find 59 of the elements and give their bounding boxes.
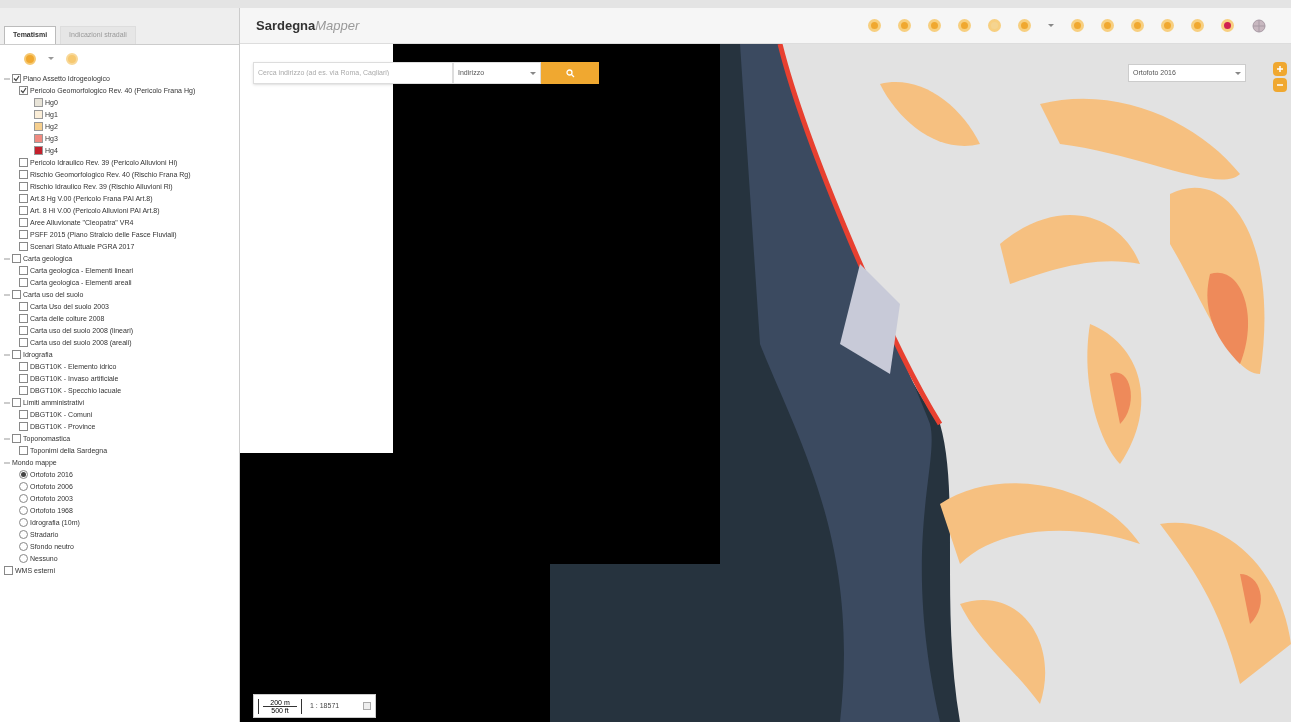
plus-icon bbox=[1276, 65, 1284, 73]
checkbox[interactable] bbox=[12, 350, 21, 359]
search-icon bbox=[565, 68, 575, 78]
caret-icon bbox=[1235, 71, 1241, 75]
radio-button[interactable] bbox=[19, 518, 28, 527]
checkbox[interactable] bbox=[19, 362, 28, 371]
minus-icon bbox=[1276, 81, 1284, 89]
add-layer-icon[interactable] bbox=[24, 52, 36, 65]
checkbox[interactable] bbox=[19, 206, 28, 215]
logo: SardegnaMapper bbox=[256, 16, 360, 35]
checkbox[interactable] bbox=[12, 254, 21, 263]
checkbox[interactable] bbox=[4, 566, 13, 575]
checkbox[interactable] bbox=[19, 302, 28, 311]
checkbox[interactable] bbox=[12, 398, 21, 407]
checkbox[interactable] bbox=[19, 242, 28, 251]
checkbox[interactable] bbox=[19, 374, 28, 383]
checkbox[interactable] bbox=[19, 338, 28, 347]
collapse-icon[interactable] bbox=[4, 435, 10, 442]
checkbox[interactable] bbox=[12, 74, 21, 83]
radio-button[interactable] bbox=[19, 470, 28, 479]
radio-button[interactable] bbox=[19, 530, 28, 539]
checkbox[interactable] bbox=[19, 230, 28, 239]
layer-tool-icon[interactable] bbox=[66, 52, 78, 65]
checkbox[interactable] bbox=[19, 278, 28, 287]
radio-button[interactable] bbox=[19, 482, 28, 491]
toolbar-tool-icon[interactable] bbox=[1221, 19, 1234, 32]
checkbox[interactable] bbox=[19, 386, 28, 395]
checkbox[interactable] bbox=[19, 218, 28, 227]
checkbox[interactable] bbox=[19, 170, 28, 179]
globe-icon[interactable] bbox=[1251, 17, 1267, 34]
checkbox[interactable] bbox=[19, 86, 28, 95]
caret-icon[interactable] bbox=[48, 57, 54, 60]
dropdown-icon[interactable] bbox=[363, 702, 372, 710]
collapse-icon[interactable] bbox=[4, 351, 10, 358]
radio-button[interactable] bbox=[19, 506, 28, 515]
caret-icon[interactable] bbox=[1048, 24, 1054, 27]
checkbox[interactable] bbox=[19, 314, 28, 323]
search-button[interactable] bbox=[541, 62, 599, 84]
checkbox[interactable] bbox=[19, 422, 28, 431]
collapse-icon[interactable] bbox=[4, 459, 10, 466]
radio-button[interactable] bbox=[19, 554, 28, 563]
checkbox[interactable] bbox=[19, 446, 28, 455]
radio-button[interactable] bbox=[19, 542, 28, 551]
zoom-in-button[interactable] bbox=[1273, 62, 1287, 76]
collapse-icon[interactable] bbox=[4, 399, 10, 406]
checkbox[interactable] bbox=[19, 182, 28, 191]
zoom-out-button[interactable] bbox=[1273, 78, 1287, 92]
checkbox[interactable] bbox=[19, 158, 28, 167]
collapse-icon[interactable] bbox=[4, 255, 10, 262]
checkbox[interactable] bbox=[19, 194, 28, 203]
checkbox[interactable] bbox=[12, 290, 21, 299]
radio-button[interactable] bbox=[19, 494, 28, 503]
caret-icon bbox=[530, 71, 536, 75]
checkbox[interactable] bbox=[19, 326, 28, 335]
collapse-icon[interactable] bbox=[4, 291, 10, 298]
collapse-icon[interactable] bbox=[4, 75, 10, 82]
checkbox[interactable] bbox=[19, 266, 28, 275]
checkbox[interactable] bbox=[19, 410, 28, 419]
checkbox[interactable] bbox=[12, 434, 21, 443]
